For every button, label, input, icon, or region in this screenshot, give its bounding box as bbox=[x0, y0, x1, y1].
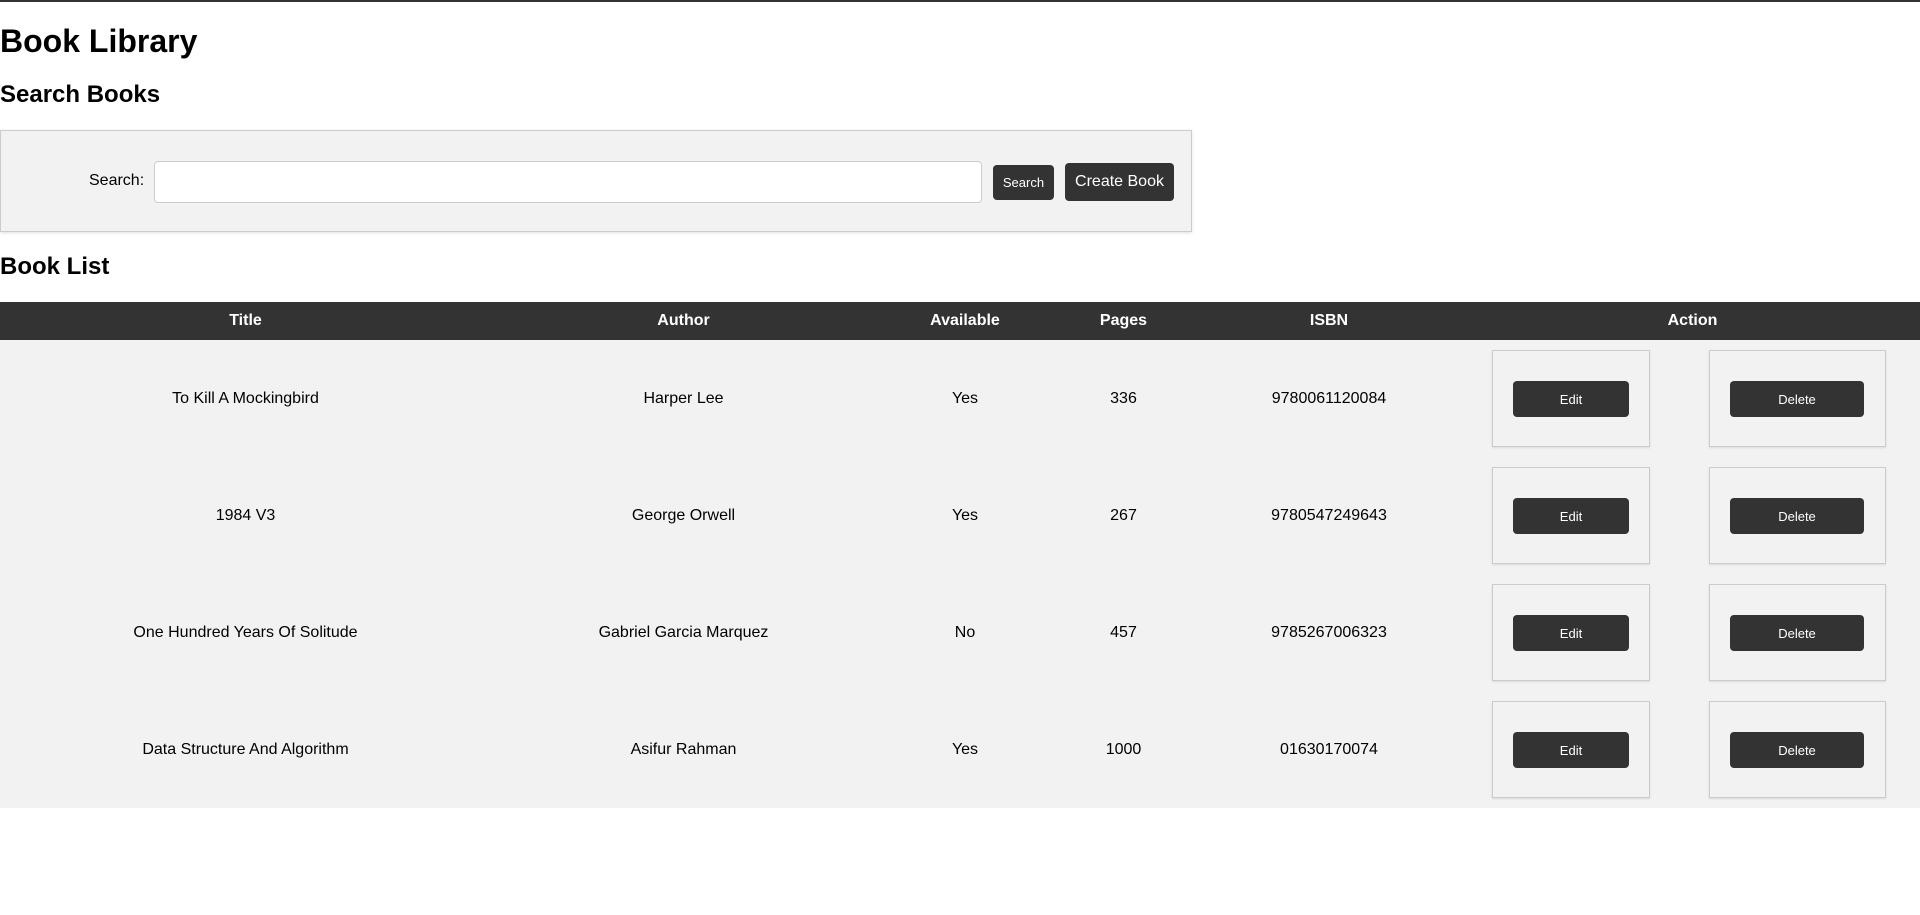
delete-button[interactable]: Delete bbox=[1730, 381, 1864, 417]
book-isbn: 9785267006323 bbox=[1271, 624, 1387, 641]
column-header-author: Author bbox=[657, 312, 710, 329]
book-list-heading: Book List bbox=[0, 253, 110, 280]
book-author: George Orwell bbox=[631, 507, 736, 524]
delete-form: Delete bbox=[1709, 467, 1886, 564]
book-available: Yes bbox=[951, 741, 979, 758]
book-available: Yes bbox=[951, 390, 979, 407]
column-header-available: Available bbox=[930, 312, 1000, 329]
edit-form: Edit bbox=[1492, 350, 1650, 447]
search-button[interactable]: Search bbox=[993, 165, 1054, 200]
book-isbn: 01630170074 bbox=[1280, 741, 1378, 758]
column-header-pages: Pages bbox=[1099, 312, 1148, 329]
edit-button[interactable]: Edit bbox=[1513, 732, 1629, 768]
book-isbn: 9780547249643 bbox=[1271, 507, 1387, 524]
page-title: Book Library bbox=[0, 23, 198, 59]
column-header-isbn: ISBN bbox=[1309, 312, 1349, 329]
book-author: Harper Lee bbox=[643, 390, 724, 407]
search-heading: Search Books bbox=[0, 81, 161, 108]
top-border bbox=[0, 0, 1920, 2]
delete-form: Delete bbox=[1709, 350, 1886, 447]
book-title: 1984 V3 bbox=[215, 507, 276, 524]
delete-button[interactable]: Delete bbox=[1730, 615, 1864, 651]
edit-form: Edit bbox=[1492, 701, 1650, 798]
search-input[interactable] bbox=[154, 161, 982, 203]
create-book-button[interactable]: Create Book bbox=[1065, 163, 1174, 201]
book-title: One Hundred Years Of Solitude bbox=[133, 624, 358, 641]
edit-form: Edit bbox=[1492, 467, 1650, 564]
book-available: Yes bbox=[951, 507, 979, 524]
delete-form: Delete bbox=[1709, 584, 1886, 681]
edit-button[interactable]: Edit bbox=[1513, 381, 1629, 417]
edit-button[interactable]: Edit bbox=[1513, 498, 1629, 534]
book-table: Title Author Available Pages ISBN Action… bbox=[0, 302, 1920, 808]
book-author: Asifur Rahman bbox=[630, 741, 737, 758]
edit-form: Edit bbox=[1492, 584, 1650, 681]
delete-form: Delete bbox=[1709, 701, 1886, 798]
page: Book Library Search Books Search: Search… bbox=[0, 0, 1920, 915]
table-header: Title Author Available Pages ISBN Action bbox=[0, 302, 1920, 340]
column-header-title: Title bbox=[229, 312, 262, 329]
delete-button[interactable]: Delete bbox=[1730, 732, 1864, 768]
book-title: Data Structure And Algorithm bbox=[142, 741, 349, 758]
edit-button[interactable]: Edit bbox=[1513, 615, 1629, 651]
search-label: Search: bbox=[89, 172, 145, 189]
book-author: Gabriel Garcia Marquez bbox=[598, 624, 769, 641]
table-row: Data Structure And Algorithm Asifur Rahm… bbox=[0, 691, 1920, 808]
book-pages: 1000 bbox=[1105, 741, 1142, 758]
book-pages: 457 bbox=[1110, 624, 1137, 641]
book-title: To Kill A Mockingbird bbox=[172, 390, 319, 407]
table-row: 1984 V3 George Orwell Yes 267 9780547249… bbox=[0, 457, 1920, 574]
delete-button[interactable]: Delete bbox=[1730, 498, 1864, 534]
table-row: One Hundred Years Of Solitude Gabriel Ga… bbox=[0, 574, 1920, 691]
book-available: No bbox=[954, 624, 976, 641]
book-pages: 267 bbox=[1110, 507, 1137, 524]
book-isbn: 9780061120084 bbox=[1271, 390, 1387, 407]
book-pages: 336 bbox=[1110, 390, 1137, 407]
column-header-action: Action bbox=[1667, 312, 1718, 329]
search-panel: Search: Search Create Book bbox=[0, 130, 1192, 232]
table-row: To Kill A Mockingbird Harper Lee Yes 336… bbox=[0, 340, 1920, 457]
